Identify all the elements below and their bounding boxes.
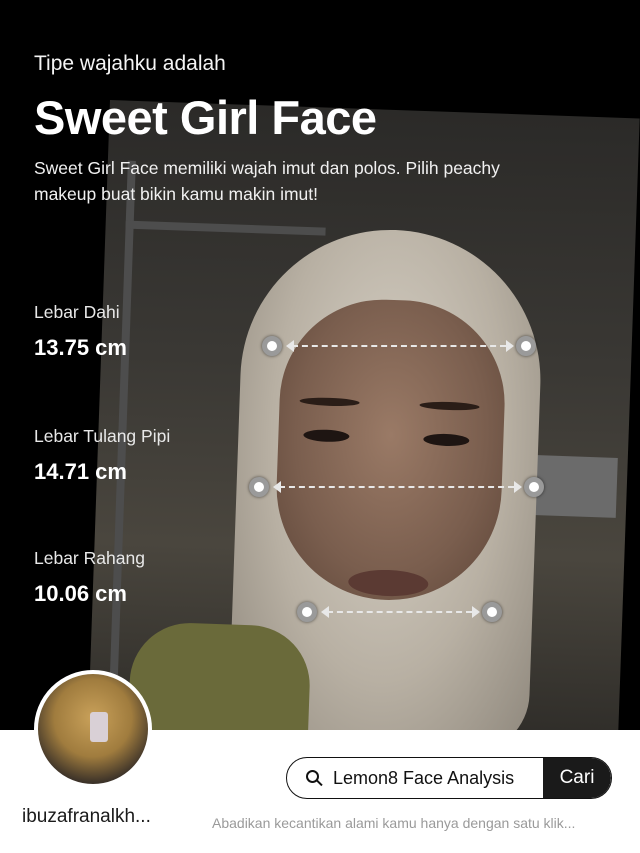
search-bar[interactable]: Lemon8 Face Analysis Cari [286,757,612,799]
metric-label: Lebar Rahang [34,548,145,568]
jaw-measure-line [297,602,502,622]
avatar[interactable] [34,670,152,788]
metric-forehead: Lebar Dahi 13.75 cm [34,302,127,361]
arrow-right-icon [472,606,480,618]
face-type-description: Sweet Girl Face memiliki wajah imut dan … [34,158,500,204]
circle-handle-icon [297,602,317,622]
metric-label: Lebar Dahi [34,302,120,322]
circle-handle-icon [524,477,544,497]
dashed-line [327,611,472,613]
metric-value: 10.06 cm [34,581,127,606]
username[interactable]: ibuzafranalkh... [22,806,182,828]
dashed-line [279,486,514,488]
forehead-measure-line [262,336,536,356]
metric-jaw: Lebar Rahang 10.06 cm [34,548,145,607]
cheekbone-measure-line [249,477,544,497]
metric-cheekbone: Lebar Tulang Pipi 14.71 cm [34,426,170,485]
circle-handle-icon [516,336,536,356]
dashed-line [292,345,506,347]
circle-handle-icon [262,336,282,356]
arrow-right-icon [506,340,514,352]
arrow-right-icon [514,481,522,493]
result-header: Tipe wajahku adalah Sweet Girl Face Swee… [34,52,614,207]
metric-value: 13.75 cm [34,335,127,360]
tagline: Abadikan kecantikan alami kamu hanya den… [212,815,576,831]
search-button[interactable]: Cari [543,758,611,798]
metric-label: Lebar Tulang Pipi [34,426,171,446]
circle-handle-icon [482,602,502,622]
phone-icon [90,712,108,742]
search-query[interactable]: Lemon8 Face Analysis [327,768,543,789]
metric-value: 14.71 cm [34,459,127,484]
result-kicker: Tipe wajahku adalah [34,52,226,75]
circle-handle-icon [249,477,269,497]
search-icon [287,758,327,798]
background-shelf [125,220,326,236]
face-type-title: Sweet Girl Face [34,91,377,144]
